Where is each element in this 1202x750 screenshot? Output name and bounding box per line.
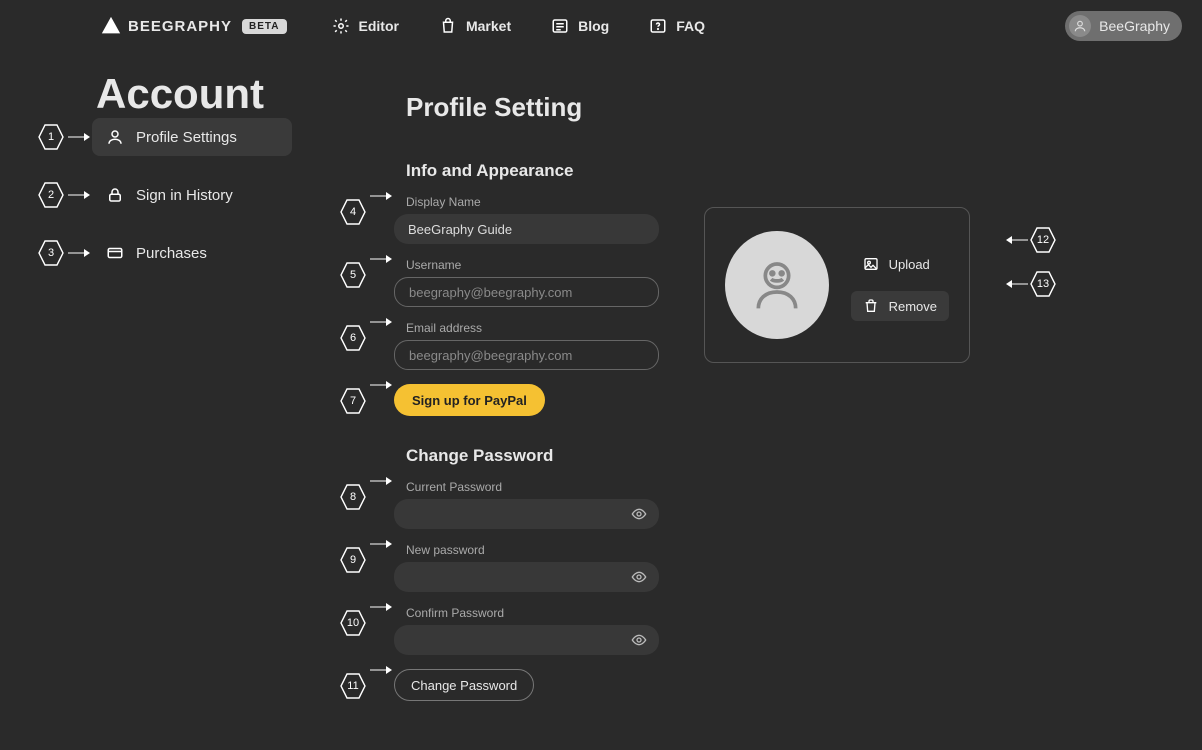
annotation-marker-9: 9: [340, 547, 366, 573]
sidebar-item-signin-history[interactable]: Sign in History: [92, 176, 292, 214]
account-sidebar: 1 Profile Settings 2 Sign in History 3 P…: [38, 118, 298, 292]
paypal-signup-button[interactable]: Sign up for PayPal: [394, 384, 545, 416]
brand-logo[interactable]: BEEGRAPHY BETA: [100, 15, 287, 37]
sidebar-item-profile-settings[interactable]: Profile Settings: [92, 118, 292, 156]
sidebar-item-label: Profile Settings: [136, 129, 237, 146]
sidebar-item-purchases[interactable]: Purchases: [92, 234, 292, 272]
new-password-label: New password: [406, 543, 659, 557]
current-password-input[interactable]: [394, 499, 659, 529]
profile-avatar: [725, 231, 829, 339]
confirm-password-label: Confirm Password: [406, 606, 659, 620]
arrow-icon: [1006, 283, 1028, 285]
beta-badge: BETA: [242, 19, 286, 34]
eye-icon[interactable]: [631, 569, 647, 585]
eye-icon[interactable]: [631, 506, 647, 522]
annotation-marker-11: 11: [340, 673, 366, 699]
card-icon: [106, 244, 124, 262]
arrow-icon: [370, 384, 392, 386]
arrow-icon: [370, 669, 392, 671]
email-label: Email address: [406, 321, 659, 335]
image-icon: [863, 256, 879, 272]
sidebar-item-label: Purchases: [136, 245, 207, 262]
nav-editor-label: Editor: [359, 18, 399, 34]
username-label: Username: [406, 258, 659, 272]
lock-icon: [106, 186, 124, 204]
current-password-label: Current Password: [406, 480, 659, 494]
top-nav: Editor Market Blog FAQ: [332, 17, 705, 35]
username-input[interactable]: [394, 277, 659, 307]
nav-faq[interactable]: FAQ: [649, 17, 705, 35]
info-appearance-heading: Info and Appearance: [406, 161, 1162, 181]
nav-editor[interactable]: Editor: [332, 17, 399, 35]
annotation-marker-8: 8: [340, 484, 366, 510]
remove-label: Remove: [889, 299, 937, 314]
display-name-label: Display Name: [406, 195, 659, 209]
arrow-icon: [370, 480, 392, 482]
nav-blog-label: Blog: [578, 18, 609, 34]
arrow-icon: [370, 543, 392, 545]
annotation-marker-7: 7: [340, 388, 366, 414]
arrow-icon: [370, 606, 392, 608]
arrow-icon: [68, 194, 90, 196]
brand-name: BEEGRAPHY: [128, 18, 232, 35]
change-password-button[interactable]: Change Password: [394, 669, 534, 701]
annotation-marker-6: 6: [340, 325, 366, 351]
nav-market-label: Market: [466, 18, 511, 34]
annotation-marker-3: 3: [38, 240, 64, 266]
bee-logo-icon: [100, 15, 122, 37]
profile-icon: [106, 128, 124, 146]
market-icon: [439, 17, 457, 35]
upload-avatar-button[interactable]: Upload: [851, 249, 949, 279]
remove-avatar-button[interactable]: Remove: [851, 291, 949, 321]
upload-label: Upload: [889, 257, 930, 272]
user-icon: [1073, 19, 1087, 33]
annotation-marker-10: 10: [340, 610, 366, 636]
annotation-marker-2: 2: [38, 182, 64, 208]
faq-icon: [649, 17, 667, 35]
user-name-label: BeeGraphy: [1099, 18, 1170, 34]
email-input[interactable]: [394, 340, 659, 370]
new-password-input[interactable]: [394, 562, 659, 592]
confirm-password-input[interactable]: [394, 625, 659, 655]
annotation-marker-1: 1: [38, 124, 64, 150]
annotation-marker-4: 4: [340, 199, 366, 225]
user-avatar-small: [1069, 15, 1091, 37]
annotation-marker-5: 5: [340, 262, 366, 288]
trash-icon: [863, 298, 879, 314]
nav-faq-label: FAQ: [676, 18, 705, 34]
change-password-heading: Change Password: [406, 446, 1162, 466]
blog-icon: [551, 17, 569, 35]
nav-market[interactable]: Market: [439, 17, 511, 35]
annotation-marker-13: 13: [1030, 271, 1056, 297]
arrow-icon: [370, 195, 392, 197]
user-menu[interactable]: BeeGraphy: [1065, 11, 1182, 41]
eye-icon[interactable]: [631, 632, 647, 648]
arrow-icon: [1006, 239, 1028, 241]
editor-icon: [332, 17, 350, 35]
avatar-placeholder-icon: [749, 257, 805, 313]
avatar-card: Upload Remove: [704, 207, 970, 363]
annotation-marker-12: 12: [1030, 227, 1056, 253]
main-content: Profile Setting Info and Appearance 4 Di…: [340, 92, 1162, 715]
profile-setting-title: Profile Setting: [406, 92, 1162, 123]
nav-blog[interactable]: Blog: [551, 17, 609, 35]
display-name-input[interactable]: [394, 214, 659, 244]
arrow-icon: [370, 321, 392, 323]
arrow-icon: [370, 258, 392, 260]
arrow-icon: [68, 136, 90, 138]
app-header: BEEGRAPHY BETA Editor Market Blog FAQ Be…: [0, 0, 1202, 52]
sidebar-item-label: Sign in History: [136, 187, 233, 204]
arrow-icon: [68, 252, 90, 254]
